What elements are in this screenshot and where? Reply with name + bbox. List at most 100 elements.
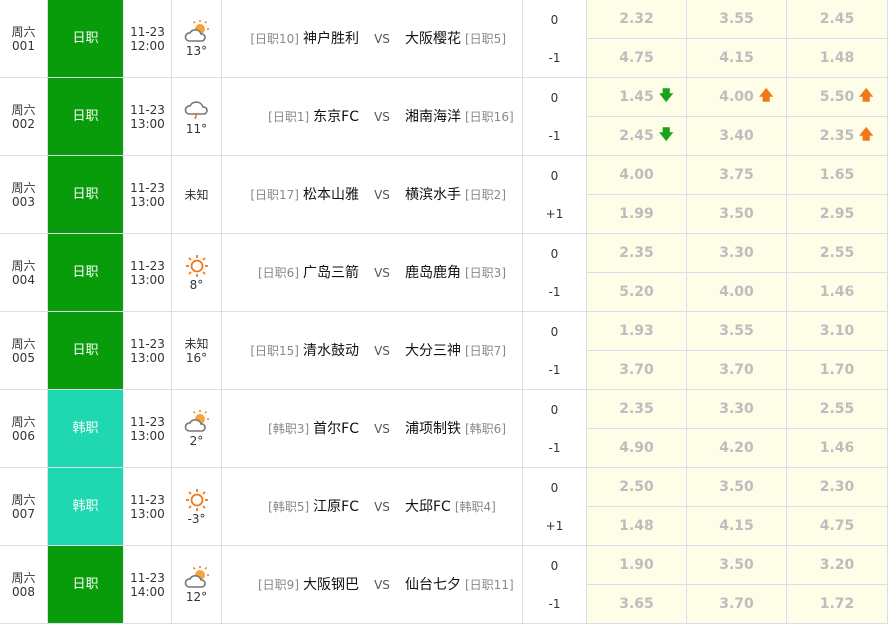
league-badge[interactable]: 日职 bbox=[48, 546, 124, 623]
odds-cell[interactable]: 4.00 bbox=[587, 156, 686, 195]
odds-cell[interactable]: 2.55 bbox=[787, 234, 887, 273]
odds-value: 4.00 bbox=[619, 167, 654, 183]
odds-cell[interactable]: 4.00 bbox=[687, 273, 786, 311]
odds-cell[interactable]: 1.45🡇 bbox=[587, 78, 686, 117]
handicap-value: 0 bbox=[523, 1, 586, 39]
away-team[interactable]: 浦项制铁 bbox=[405, 421, 461, 437]
odds-cell[interactable]: 3.70 bbox=[687, 351, 786, 389]
odds-cell[interactable]: 3.20 bbox=[787, 546, 887, 585]
odds-cell[interactable]: 5.20 bbox=[587, 273, 686, 311]
odds-cell[interactable]: 3.30 bbox=[687, 234, 786, 273]
odds-cell[interactable]: 1.65 bbox=[787, 156, 887, 195]
odds-cell[interactable]: 3.65 bbox=[587, 585, 686, 623]
league-badge[interactable]: 韩职 bbox=[48, 468, 124, 545]
match-row: 周六005 日职 11-2313:00 未知16° [日职15]清水鼓动 VS … bbox=[0, 312, 888, 390]
odds-cell[interactable]: 1.99 bbox=[587, 195, 686, 233]
home-team[interactable]: 大阪钢巴 bbox=[303, 577, 359, 593]
odds-cell[interactable]: 3.40 bbox=[687, 117, 786, 155]
odds-cell[interactable]: 2.50 bbox=[587, 468, 686, 507]
odds-cell[interactable]: 3.55 bbox=[687, 0, 786, 39]
match-date: 11-23 bbox=[130, 103, 165, 117]
odds-cell[interactable]: 2.30 bbox=[787, 468, 887, 507]
away-team[interactable]: 大邱FC bbox=[405, 499, 451, 515]
odds-cell[interactable]: 2.45🡇 bbox=[587, 117, 686, 155]
handicap-value: -1 bbox=[523, 585, 586, 623]
home-team[interactable]: 神户胜利 bbox=[303, 31, 359, 47]
odds-cell[interactable]: 1.70 bbox=[787, 351, 887, 389]
odds-cell[interactable]: 3.75 bbox=[687, 156, 786, 195]
odds-cell[interactable]: 2.45 bbox=[787, 0, 887, 39]
odds-cell[interactable]: 1.90 bbox=[587, 546, 686, 585]
home-team[interactable]: 东京FC bbox=[313, 109, 359, 125]
league-badge[interactable]: 日职 bbox=[48, 78, 124, 155]
odds-cell[interactable]: 3.30 bbox=[687, 390, 786, 429]
home-team[interactable]: 广岛三箭 bbox=[303, 265, 359, 281]
kickoff-cell: 11-2313:00 bbox=[124, 312, 172, 389]
odds-value: 2.50 bbox=[619, 479, 654, 495]
match-row: 周六003 日职 11-2313:00 未知 [日职17]松本山雅 VS 横滨水… bbox=[0, 156, 888, 234]
odds-column: 2.551.46 bbox=[787, 234, 888, 311]
odds-cell[interactable]: 4.75 bbox=[587, 39, 686, 77]
away-team[interactable]: 横滨水手 bbox=[405, 187, 461, 203]
match-number-cell: 周六005 bbox=[0, 312, 48, 389]
odds-cell[interactable]: 2.35 bbox=[587, 234, 686, 273]
match-row: 周六002 日职 11-2313:00 11° [日职1]东京FC VS 湘南海… bbox=[0, 78, 888, 156]
odds-value: 2.55 bbox=[820, 401, 855, 417]
odds-cell[interactable]: 2.95 bbox=[787, 195, 887, 233]
league-badge[interactable]: 日职 bbox=[48, 312, 124, 389]
odds-value: 3.20 bbox=[820, 557, 855, 573]
temperature: -3° bbox=[188, 512, 206, 526]
odds-value: 4.20 bbox=[719, 440, 754, 456]
odds-cell[interactable]: 4.15 bbox=[687, 39, 786, 77]
home-rank: [日职1] bbox=[268, 110, 309, 124]
match-date: 11-23 bbox=[130, 25, 165, 39]
odds-cell[interactable]: 3.50 bbox=[687, 546, 786, 585]
odds-cell[interactable]: 1.46 bbox=[787, 273, 887, 311]
away-team[interactable]: 鹿岛鹿角 bbox=[405, 265, 461, 281]
odds-cell[interactable]: 3.10 bbox=[787, 312, 887, 351]
odds-cell[interactable]: 3.50 bbox=[687, 195, 786, 233]
league-badge[interactable]: 日职 bbox=[48, 234, 124, 311]
weather-cell: -3° bbox=[172, 468, 222, 545]
handicap-cell: 0-1 bbox=[523, 0, 587, 77]
odds-value: 3.30 bbox=[719, 401, 754, 417]
odds-cell[interactable]: 4.90 bbox=[587, 429, 686, 467]
away-team[interactable]: 湘南海洋 bbox=[405, 109, 461, 125]
odds-cell[interactable]: 4.00🡅 bbox=[687, 78, 786, 117]
odds-cell[interactable]: 3.50 bbox=[687, 468, 786, 507]
odds-cell[interactable]: 4.75 bbox=[787, 507, 887, 545]
home-team[interactable]: 松本山雅 bbox=[303, 187, 359, 203]
odds-cell[interactable]: 3.55 bbox=[687, 312, 786, 351]
odds-cell[interactable]: 1.46 bbox=[787, 429, 887, 467]
league-badge[interactable]: 韩职 bbox=[48, 390, 124, 467]
odds-cell[interactable]: 2.35🡅 bbox=[787, 117, 887, 155]
home-team[interactable]: 清水鼓动 bbox=[303, 343, 359, 359]
away-team[interactable]: 大阪樱花 bbox=[405, 31, 461, 47]
handicap-value: 0 bbox=[523, 391, 586, 429]
odds-cell[interactable]: 1.48 bbox=[787, 39, 887, 77]
league-badge[interactable]: 日职 bbox=[48, 156, 124, 233]
weekday: 周六 bbox=[11, 259, 35, 273]
odds-cell[interactable]: 1.93 bbox=[587, 312, 686, 351]
handicap-value: +1 bbox=[523, 507, 586, 545]
odds-cell[interactable]: 4.20 bbox=[687, 429, 786, 467]
vs-label: VS bbox=[363, 266, 401, 280]
away-team[interactable]: 大分三神 bbox=[405, 343, 461, 359]
odds-cell[interactable]: 2.35 bbox=[587, 390, 686, 429]
teams-cell: [日职1]东京FC VS 湘南海洋[日职16] bbox=[222, 78, 523, 155]
odds-cell[interactable]: 1.72 bbox=[787, 585, 887, 623]
league-badge[interactable]: 日职 bbox=[48, 0, 124, 77]
odds-cell[interactable]: 2.32 bbox=[587, 0, 686, 39]
odds-cell[interactable]: 4.15 bbox=[687, 507, 786, 545]
away-rank: [日职5] bbox=[465, 32, 506, 46]
away-rank: [日职2] bbox=[465, 188, 506, 202]
arrow-up-icon: 🡅 bbox=[859, 85, 873, 109]
odds-cell[interactable]: 2.55 bbox=[787, 390, 887, 429]
odds-cell[interactable]: 3.70 bbox=[587, 351, 686, 389]
home-team[interactable]: 首尔FC bbox=[313, 421, 359, 437]
home-team[interactable]: 江原FC bbox=[313, 499, 359, 515]
odds-cell[interactable]: 3.70 bbox=[687, 585, 786, 623]
away-team[interactable]: 仙台七夕 bbox=[405, 577, 461, 593]
odds-cell[interactable]: 5.50🡅 bbox=[787, 78, 887, 117]
odds-cell[interactable]: 1.48 bbox=[587, 507, 686, 545]
